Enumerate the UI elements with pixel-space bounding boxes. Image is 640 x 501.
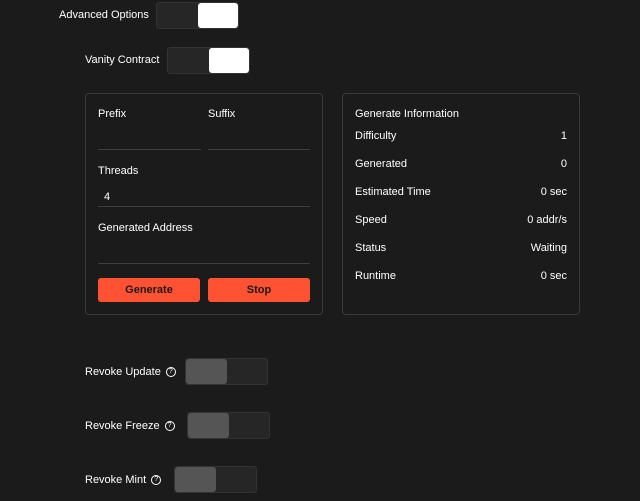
revoke-update-label: Revoke Update?	[85, 366, 176, 378]
help-icon[interactable]: ?	[165, 367, 176, 378]
info-key: Speed	[355, 214, 387, 226]
info-row-runtime: Runtime 0 sec	[355, 270, 567, 284]
toggle-knob	[188, 413, 229, 438]
prefix-input[interactable]	[98, 130, 201, 150]
revoke-freeze-toggle[interactable]	[187, 412, 270, 439]
vanity-contract-toggle[interactable]	[167, 47, 250, 74]
toggle-knob	[208, 48, 249, 73]
revoke-mint-label: Revoke Mint?	[85, 474, 162, 486]
generator-panel: Prefix Suffix Threads Generated Address …	[85, 93, 323, 315]
vanity-contract-label: Vanity Contract	[85, 54, 160, 66]
revoke-update-text: Revoke Update	[85, 366, 161, 378]
toggle-knob	[186, 359, 227, 384]
revoke-update-toggle[interactable]	[185, 358, 268, 385]
toggle-knob	[175, 467, 216, 492]
suffix-input[interactable]	[208, 130, 310, 150]
prefix-label: Prefix	[98, 108, 127, 120]
help-icon[interactable]: ?	[164, 421, 175, 432]
stop-button[interactable]: Stop	[208, 278, 310, 302]
info-key: Difficulty	[355, 130, 397, 142]
generate-information-panel: Generate Information Difficulty 1 Genera…	[342, 93, 580, 315]
info-title: Generate Information	[355, 108, 459, 120]
help-icon[interactable]: ?	[151, 475, 162, 486]
info-row-status: Status Waiting	[355, 242, 567, 256]
generate-button[interactable]: Generate	[98, 278, 200, 302]
toggle-knob	[197, 3, 238, 28]
info-row-estimated-time: Estimated Time 0 sec	[355, 186, 567, 200]
info-key: Runtime	[355, 270, 396, 282]
info-value: 0 sec	[540, 186, 567, 198]
info-key: Status	[355, 242, 387, 254]
revoke-freeze-text: Revoke Freeze	[85, 420, 160, 432]
info-value: 1	[560, 130, 567, 142]
info-key: Generated	[355, 158, 407, 170]
info-value: 0 addr/s	[527, 214, 567, 226]
info-row-difficulty: Difficulty 1	[355, 130, 567, 144]
generated-address-label: Generated Address	[98, 222, 193, 234]
info-row-generated: Generated 0	[355, 158, 567, 172]
info-value: Waiting	[530, 242, 567, 254]
threads-label: Threads	[98, 165, 139, 177]
advanced-options-toggle[interactable]	[156, 2, 239, 29]
revoke-freeze-label: Revoke Freeze?	[85, 420, 175, 432]
advanced-options-label: Advanced Options	[59, 9, 149, 21]
info-key: Estimated Time	[355, 186, 431, 198]
revoke-mint-toggle[interactable]	[174, 466, 257, 493]
info-value: 0 sec	[540, 270, 567, 282]
suffix-label: Suffix	[208, 108, 236, 120]
info-value: 0	[560, 158, 567, 170]
generated-address-field[interactable]	[98, 244, 310, 264]
page: Advanced Options Vanity Contract Prefix …	[0, 0, 640, 501]
info-row-speed: Speed 0 addr/s	[355, 214, 567, 228]
threads-input[interactable]	[98, 187, 310, 207]
revoke-mint-text: Revoke Mint	[85, 474, 147, 486]
